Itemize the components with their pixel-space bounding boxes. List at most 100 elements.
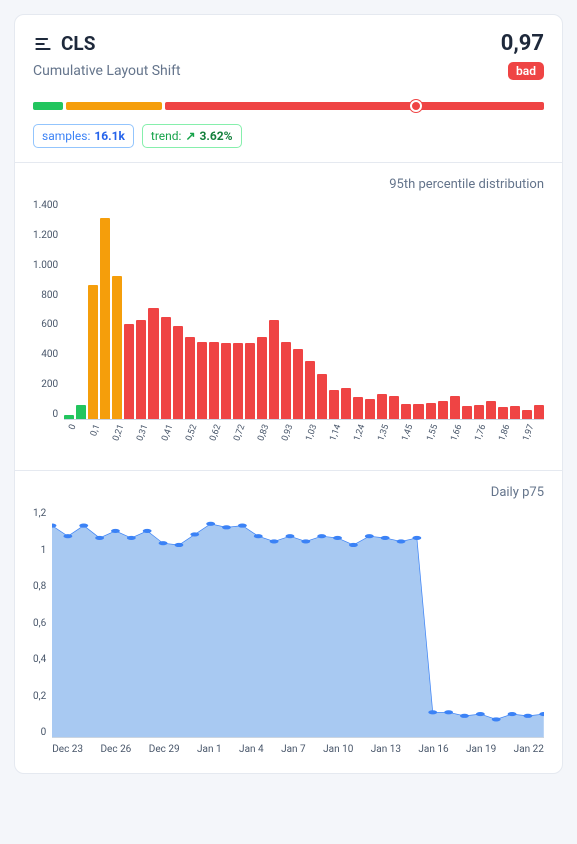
- metric-value: 0,97: [501, 31, 544, 56]
- bar-y-tick: 200: [41, 379, 58, 390]
- trend-chip[interactable]: trend: ↗ 3.62%: [142, 124, 242, 148]
- subtitle-row: Cumulative Layout Shift bad: [33, 62, 544, 80]
- daily-section: Daily p75 1,2 1 0,8 0,6 0,4 0,2 0 Dec 23 Dec 26…: [15, 470, 562, 773]
- metric-card: CLS 0,97 Cumulative Layout Shift bad sam…: [14, 14, 563, 774]
- bar: [76, 405, 86, 419]
- card-header: CLS 0,97 Cumulative Layout Shift bad sam…: [15, 15, 562, 162]
- threshold-good-segment: [33, 102, 63, 110]
- bar: [401, 404, 411, 419]
- line-plot-wrap: Dec 23 Dec 26 Dec 29 Jan 1 Jan 4 Jan 7 Jan 10 J…: [52, 508, 544, 755]
- line-y-tick: 0: [41, 727, 47, 738]
- line-x-tick: Jan 1: [197, 744, 222, 755]
- line-y-tick: 0,2: [33, 691, 46, 702]
- bar: [498, 407, 508, 419]
- bar: [136, 320, 146, 419]
- line-x-tick: Jan 4: [239, 744, 264, 755]
- bar: [100, 218, 110, 419]
- bar: [257, 337, 267, 419]
- bar: [534, 405, 544, 419]
- bar: [185, 337, 195, 419]
- title-left: CLS: [33, 32, 95, 55]
- bar: [293, 349, 303, 419]
- bar: [353, 397, 363, 419]
- bar: [317, 374, 327, 419]
- line-x-axis: Dec 23 Dec 26 Dec 29 Jan 1 Jan 4 Jan 7 Jan 10 J…: [52, 744, 544, 755]
- trend-up-icon: ↗: [185, 129, 195, 143]
- bar-y-tick: 800: [41, 290, 58, 301]
- line-x-tick: Jan 22: [514, 744, 544, 755]
- title-row: CLS 0,97: [33, 31, 544, 56]
- bar-y-tick: 1.200: [33, 230, 58, 241]
- line-x-tick: Jan 19: [466, 744, 496, 755]
- bar: [389, 396, 399, 419]
- bar: [365, 399, 375, 419]
- line-points-svg: [52, 508, 544, 737]
- distribution-chart: 1.4001.2001.0008006004002000 00,10,210,3…: [33, 200, 544, 452]
- line-y-tick: 0,8: [33, 581, 46, 592]
- bar: [148, 308, 158, 419]
- line-x-tick: Jan 7: [281, 744, 306, 755]
- threshold-marker: [410, 100, 422, 112]
- bar-y-tick: 1.000: [33, 260, 58, 271]
- samples-label: samples:: [42, 129, 90, 143]
- bar: [281, 342, 291, 419]
- threshold-mid-segment: [66, 102, 162, 110]
- line-y-tick: 0,4: [33, 654, 46, 665]
- bar-y-tick: 600: [41, 319, 58, 330]
- line-x-tick: Dec 23: [52, 744, 83, 755]
- line-y-tick: 1,2: [33, 508, 46, 519]
- bar: [413, 404, 423, 419]
- bar: [64, 415, 74, 419]
- cls-icon: [33, 34, 53, 54]
- trend-label: trend:: [151, 129, 182, 143]
- bar: [377, 394, 387, 419]
- line-x-tick: Dec 26: [100, 744, 131, 755]
- threshold-bar: [33, 102, 544, 110]
- bar: [112, 276, 122, 419]
- distribution-section: 95th percentile distribution 1.400 1.200 1…: [15, 162, 562, 470]
- daily-title: Daily p75: [33, 485, 544, 500]
- bar: [245, 343, 255, 419]
- metric-short-name: CLS: [61, 32, 95, 55]
- bar: [221, 343, 231, 419]
- distribution-title: 95th percentile distribution: [33, 177, 544, 192]
- line-x-tick: Jan 10: [323, 744, 353, 755]
- bar-plot: [64, 200, 544, 420]
- bar: [341, 388, 351, 419]
- line-x-tick: Jan 13: [371, 744, 401, 755]
- bar-y-axis: 1.4001.2001.0008006004002000: [33, 200, 64, 420]
- bar: [173, 326, 183, 419]
- status-badge: bad: [508, 62, 544, 80]
- line-y-tick: 1: [41, 545, 47, 556]
- bar-y-tick: 1.400: [33, 200, 58, 211]
- line-x-tick: Jan 16: [418, 744, 448, 755]
- bar: [209, 342, 219, 419]
- bar: [161, 317, 171, 419]
- bar: [462, 406, 472, 419]
- bar: [486, 401, 496, 419]
- bar: [197, 342, 207, 419]
- stat-chips: samples: 16.1k trend: ↗ 3.62%: [33, 124, 544, 148]
- metric-long-name: Cumulative Layout Shift: [33, 63, 181, 79]
- bar: [522, 410, 532, 419]
- bar: [426, 403, 436, 419]
- bar: [438, 401, 448, 419]
- daily-chart: 1,2 1 0,8 0,6 0,4 0,2 0 Dec 23 Dec 26 Dec 29 Jan …: [33, 508, 544, 755]
- trend-value: 3.62%: [200, 129, 233, 143]
- line-x-tick: Dec 29: [149, 744, 180, 755]
- bar: [450, 396, 460, 419]
- bar-x-axis: 00,10,210,310,410,520,620,720,830,931,03…: [64, 424, 544, 452]
- bar: [305, 361, 315, 419]
- bar-plot-wrap: 00,10,210,310,410,520,620,720,830,931,03…: [64, 200, 544, 452]
- samples-chip[interactable]: samples: 16.1k: [33, 124, 134, 148]
- bar: [124, 324, 134, 419]
- bar: [233, 343, 243, 419]
- bar-y-tick: 400: [41, 349, 58, 360]
- bar: [510, 406, 520, 419]
- bar: [329, 390, 339, 419]
- bar: [88, 285, 98, 419]
- line-y-tick: 0,6: [33, 618, 46, 629]
- line-plot: [52, 508, 544, 738]
- samples-value: 16.1k: [94, 129, 125, 143]
- line-y-axis: 1,2 1 0,8 0,6 0,4 0,2 0: [33, 508, 52, 738]
